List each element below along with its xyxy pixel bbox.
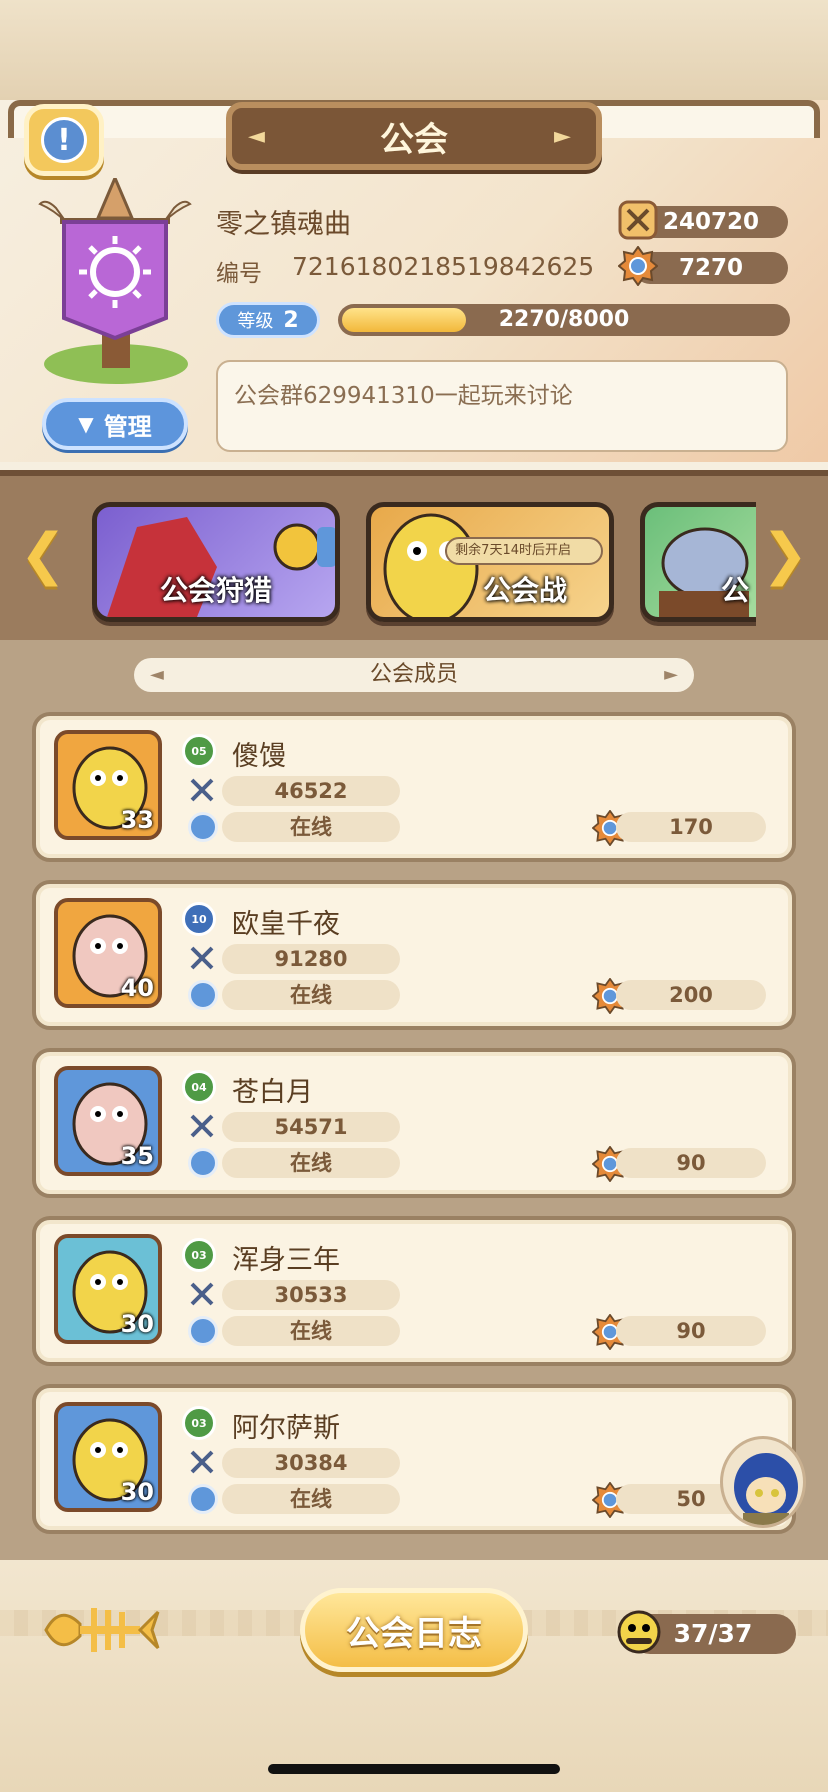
triangle-down-icon: ▼ [78,412,94,436]
member-portrait[interactable]: 30 [54,1402,162,1512]
member-contribution: 90 [616,1316,766,1346]
member-name: 傻馒 [232,741,286,772]
activity-label: 公会狩猎 [159,574,272,607]
member-portrait[interactable]: 33 [54,730,162,840]
page-title: 公会 [380,119,448,160]
member-level: 33 [120,806,154,834]
member-power: 54571 [222,1112,400,1142]
alarm-clock-icon [188,1484,218,1514]
gear-badge-icon [618,246,658,286]
member-rank-badge: 05 [182,734,216,768]
countdown-badge: 剩余7天14时后开启 [445,537,603,565]
chevron-left-icon: ◄ [248,124,265,149]
member-power: 30384 [222,1448,400,1478]
member-level: 30 [120,1310,154,1338]
member-contribution: 170 [616,812,766,842]
guild-id-label: 编号 [216,261,262,287]
member-status: 在线 [222,1316,400,1346]
sword-icon [190,778,214,802]
fish-bone-icon[interactable] [40,1594,160,1664]
guild-xp-bar: 2270/8000 [338,304,790,336]
exclamation-icon: ! [41,117,87,163]
member-row[interactable]: 40 10 欧皇千夜 91280 在线 200 [32,880,796,1030]
member-name: 阿尔萨斯 [232,1413,340,1444]
member-status: 在线 [222,812,400,842]
member-level: 35 [120,1142,154,1170]
member-status: 在线 [222,980,400,1010]
ornament-right-icon: ► [664,664,678,685]
member-name: 欧皇千夜 [232,909,340,940]
member-contribution: 90 [616,1148,766,1178]
member-rank-badge: 04 [182,1070,216,1104]
member-power: 91280 [222,944,400,974]
title-plate: ◄ 公会 ► [226,102,602,170]
sword-icon [190,1114,214,1138]
level-label: 等级 [237,311,274,332]
guild-log-button[interactable]: 公会日志 [300,1588,528,1672]
guild-id: 7216180218519842625 [292,252,595,281]
alarm-clock-icon [188,1316,218,1346]
mascot-face-icon [617,1610,661,1654]
member-power: 46522 [222,776,400,806]
ornament-left-icon: ◄ [150,664,164,685]
member-name: 浑身三年 [232,1245,340,1276]
member-portrait[interactable]: 30 [54,1234,162,1344]
member-portrait[interactable]: 40 [54,898,162,1008]
member-rank-badge: 03 [182,1238,216,1272]
sword-icon [190,1282,214,1306]
home-indicator [268,1764,560,1774]
activity-card-partial[interactable]: 公 [640,502,756,622]
crossed-swords-icon [618,200,658,240]
member-contribution: 200 [616,980,766,1010]
member-row[interactable]: 35 04 苍白月 54571 在线 90 [32,1048,796,1198]
chevron-right-icon: ► [554,124,571,149]
activity-label: 公会战 [482,574,567,607]
member-name: 苍白月 [232,1077,313,1108]
member-row[interactable]: 33 05 傻馒 46522 在线 170 [32,712,796,862]
guild-name: 零之镇魂曲 [216,209,351,240]
info-button[interactable]: ! [24,104,104,176]
activity-card-hunt[interactable]: 公会狩猎 [92,502,340,622]
guild-notice-board[interactable]: 公会群629941310一起玩来讨论 [216,360,788,452]
member-level: 40 [120,974,154,1002]
member-row[interactable]: 30 03 浑身三年 30533 在线 90 [32,1216,796,1366]
member-portrait[interactable]: 35 [54,1066,162,1176]
sword-icon [190,1450,214,1474]
level-value: 2 [283,307,299,333]
sword-icon [190,946,214,970]
members-section-title: ◄ 公会成员 ► [134,658,694,692]
manage-label: 管理 [103,412,152,441]
member-rank-badge: 10 [182,902,216,936]
floating-avatar-button[interactable] [720,1436,806,1528]
alarm-clock-icon [188,980,218,1010]
activity-label: 公 [720,574,749,607]
guild-log-label: 公会日志 [346,1613,482,1654]
member-power: 30533 [222,1280,400,1310]
guild-banner-emblem [38,178,192,384]
member-row[interactable]: 30 03 阿尔萨斯 30384 在线 50 [32,1384,796,1534]
alarm-clock-icon [188,812,218,842]
activity-card-guild-war[interactable]: 剩余7天14时后开启 公会战 [366,502,614,622]
members-title-text: 公会成员 [369,662,458,687]
top-background [0,0,828,100]
member-level: 30 [120,1478,154,1506]
member-rank-badge: 03 [182,1406,216,1440]
manage-button[interactable]: ▼ 管理 [42,398,188,450]
xp-text: 2270/8000 [498,307,630,332]
scroll-right-arrow-icon[interactable]: ❯ [756,524,814,586]
member-status: 在线 [222,1148,400,1178]
scroll-left-arrow-icon[interactable]: ❮ [14,524,72,586]
guild-level-badge: 等级 2 [216,302,320,338]
member-status: 在线 [222,1484,400,1514]
alarm-clock-icon [188,1148,218,1178]
